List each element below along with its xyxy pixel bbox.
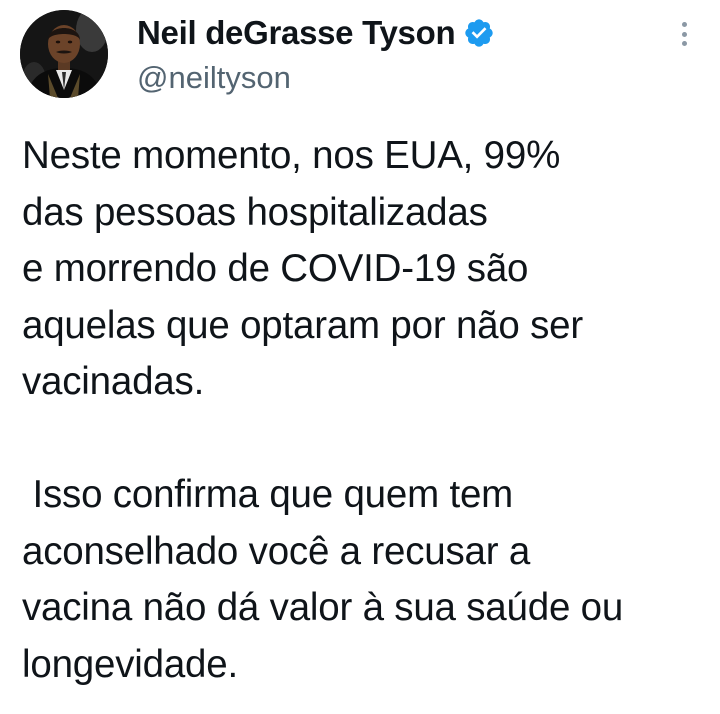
tweet-line: das pessoas hospitalizadas — [22, 190, 488, 234]
tweet-line: aquelas que optaram por não ser — [22, 303, 583, 347]
tweet-header: Neil deGrasse Tyson @neiltyson — [0, 0, 720, 110]
avatar[interactable] — [20, 10, 108, 98]
tweet-line: longevidade. — [22, 642, 238, 686]
name-row: Neil deGrasse Tyson — [137, 12, 495, 54]
tweet-line: aconselhado você a recusar a — [22, 529, 531, 573]
tweet-line: vacinadas. — [22, 360, 205, 403]
tweet-line: vacina não dá valor à sua saúde ou — [22, 586, 624, 629]
verified-badge-icon — [463, 17, 495, 49]
more-options-icon[interactable] — [674, 20, 694, 48]
display-name[interactable]: Neil deGrasse Tyson — [137, 14, 456, 52]
tweet-text: Neste momento, nos EUA, 99% das pessoas … — [22, 128, 712, 693]
tweet-line: Neste momento, nos EUA, 99% — [22, 134, 561, 177]
handle[interactable]: @neiltyson — [137, 60, 291, 96]
profile-photo — [20, 10, 108, 98]
tweet-line: e morrendo de COVID-19 são — [22, 247, 529, 290]
tweet-line: Isso confirma que quem tem — [22, 473, 514, 516]
